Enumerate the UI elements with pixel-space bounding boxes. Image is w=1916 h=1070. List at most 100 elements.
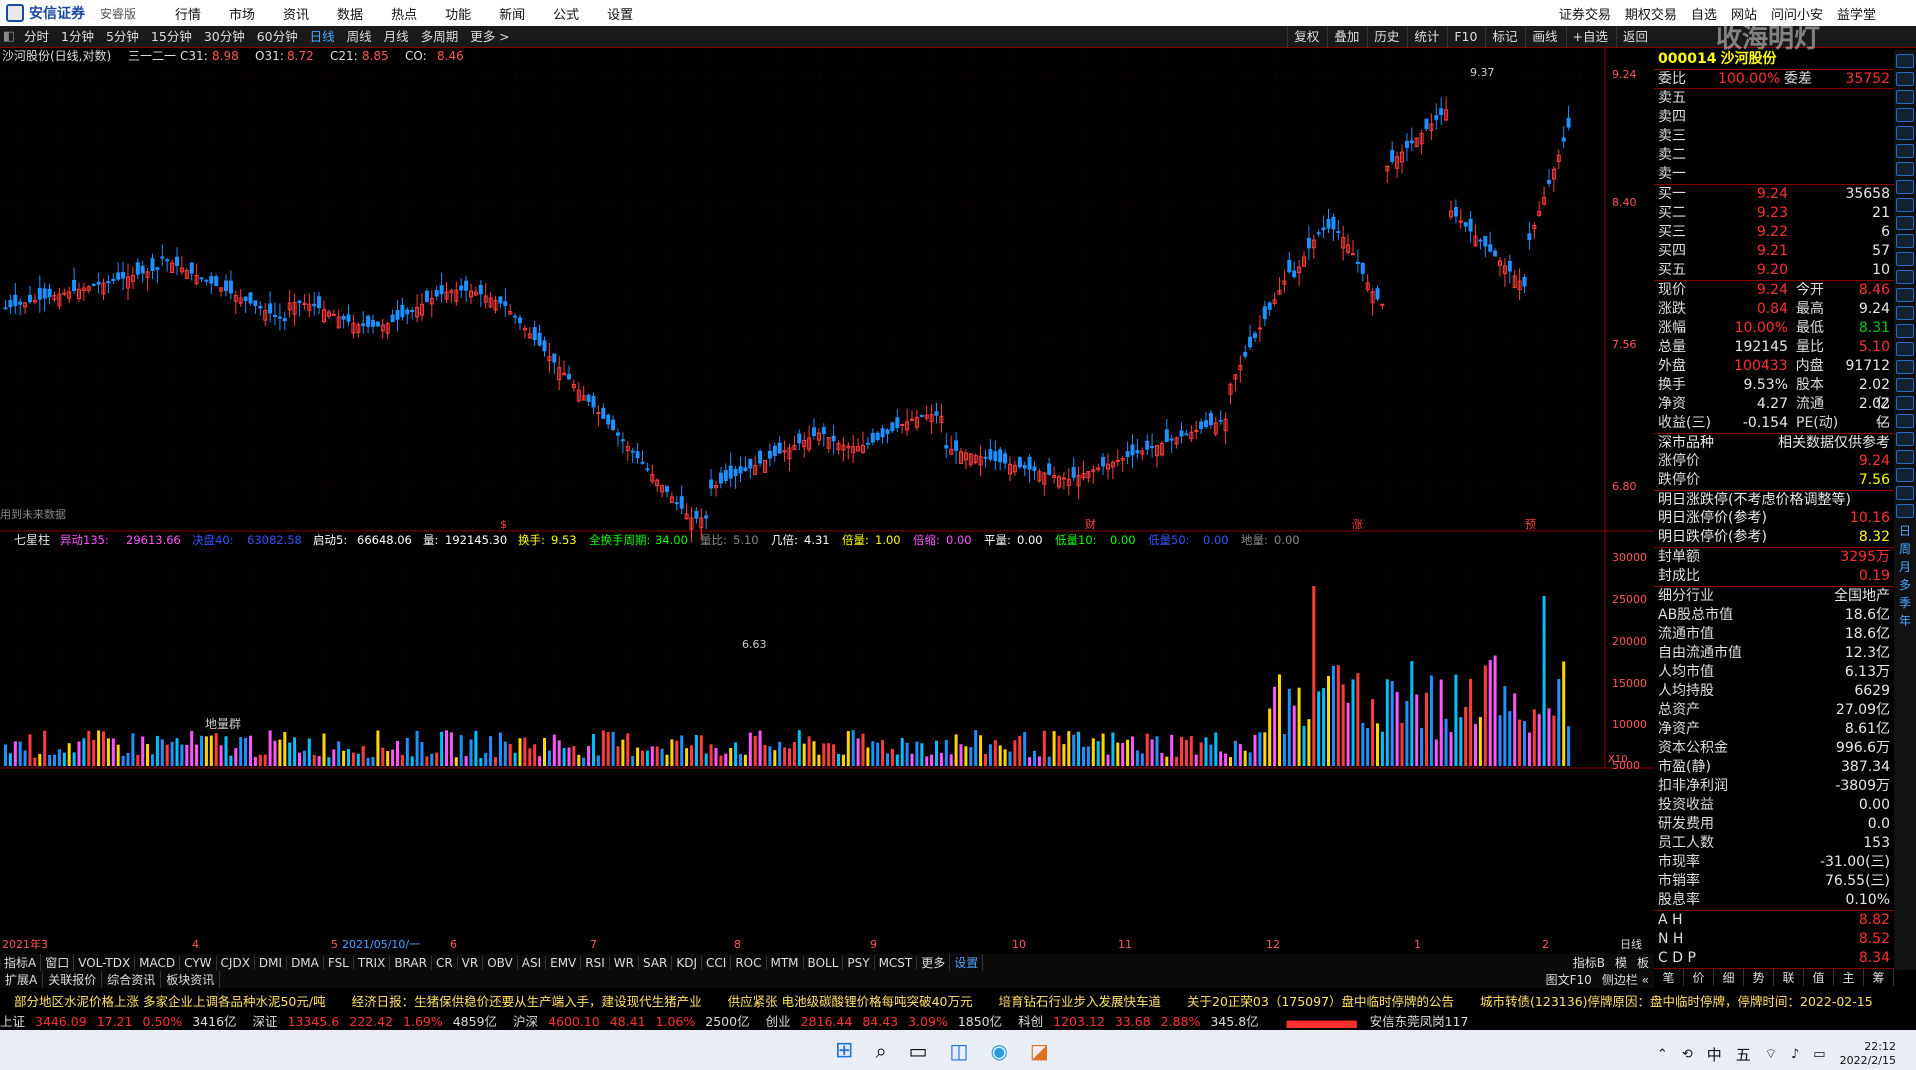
news-item[interactable]: 部分地区水泥价格上涨 多家企业上调各品种水泥50元/吨 (14, 991, 326, 1010)
tool-icon[interactable] (1896, 468, 1914, 482)
indicator-tab[interactable]: 指标A (0, 954, 42, 971)
tool-icon[interactable] (1896, 108, 1914, 122)
menu-item[interactable]: 期权交易 (1625, 4, 1677, 23)
indicator-tab[interactable]: TRIX (354, 955, 391, 970)
tool-icon[interactable] (1896, 360, 1914, 374)
period-tab[interactable]: 日线 (304, 26, 341, 48)
tool-icon[interactable] (1896, 180, 1914, 194)
indicator-tab[interactable]: BOLL (804, 955, 844, 970)
extension-tab[interactable]: 扩展A (0, 971, 44, 988)
indicator-tab[interactable]: MCST (875, 955, 918, 970)
tray-chevron-icon[interactable]: ⌃ (1657, 1047, 1668, 1062)
tool-icon[interactable] (1896, 324, 1914, 338)
menu-item[interactable]: 行情 (175, 4, 201, 23)
tool-button[interactable]: F10 (1447, 26, 1483, 48)
index-item[interactable]: 沪深 4600.10 48.41 1.06% 2500亿 (513, 1011, 760, 1030)
volume-icon[interactable]: ♪ (1791, 1047, 1799, 1062)
quote-bottom-tab[interactable]: 细 (1714, 969, 1744, 986)
menu-item[interactable]: 公式 (553, 4, 579, 23)
period-shortcut[interactable]: 日 (1894, 522, 1916, 540)
battery-icon[interactable]: ▭ (1813, 1047, 1825, 1062)
menu-item[interactable]: 资讯 (283, 4, 309, 23)
indicator-b-tab[interactable]: 指标B (1568, 956, 1610, 970)
indicator-tab[interactable]: DMA (287, 955, 324, 970)
indicator-tab[interactable]: OBV (483, 955, 518, 970)
indicator-tab[interactable]: 设置 (950, 954, 984, 971)
tool-icon[interactable] (1896, 162, 1914, 176)
indicator-tab[interactable]: CYW (180, 955, 217, 970)
indicator-tab[interactable]: FSL (324, 955, 354, 970)
indicator-tab[interactable]: VR (458, 955, 484, 970)
tool-icon[interactable] (1896, 72, 1914, 86)
sidebar-toggle-icon[interactable]: ◧ (0, 29, 18, 44)
quote-bottom-tab[interactable]: 值 (1804, 969, 1834, 986)
tool-icon[interactable] (1896, 270, 1914, 284)
quote-bottom-tab[interactable]: 势 (1744, 969, 1774, 986)
tool-button[interactable]: 历史 (1367, 26, 1405, 48)
news-item[interactable]: 培育钻石行业步入发展快车道 (999, 991, 1162, 1010)
indicator-tab[interactable]: CCI (702, 955, 732, 970)
period-shortcut[interactable]: 月 (1894, 558, 1916, 576)
tool-icon[interactable] (1896, 414, 1914, 428)
indicator-tab[interactable]: KDJ (672, 955, 703, 970)
indicator-tab[interactable]: MTM (767, 955, 804, 970)
index-item[interactable]: 创业 2816.44 84.43 3.09% 1850亿 (766, 1011, 1013, 1030)
indicator-tab[interactable]: CJDX (217, 955, 255, 970)
quote-bottom-tab[interactable]: 笔 (1654, 969, 1684, 986)
chart-area[interactable]: 沙河股份(日线,对数) 三一二一 C31: 8.98 O31: 8.72 C21: 8.8… (0, 48, 1654, 958)
index-item[interactable]: 科创 1203.12 33.68 2.88% 345.8亿 (1018, 1011, 1269, 1030)
tool-icon[interactable] (1896, 396, 1914, 410)
period-tab[interactable]: 60分钟 (251, 26, 304, 48)
tool-icon[interactable] (1896, 432, 1914, 446)
menu-item[interactable]: 热点 (391, 4, 417, 23)
tool-icon[interactable] (1896, 198, 1914, 212)
index-item[interactable]: 深证 13345.6 222.42 1.69% 4859亿 (253, 1011, 508, 1030)
lang-indicator[interactable]: 中 (1707, 1044, 1722, 1065)
tool-button[interactable]: +自选 (1565, 26, 1614, 48)
tool-button[interactable]: 复权 (1287, 26, 1325, 48)
menu-item[interactable]: 新闻 (499, 4, 525, 23)
period-shortcut[interactable]: 季 (1894, 594, 1916, 612)
ime-indicator[interactable]: 五 (1736, 1044, 1751, 1065)
tool-icon[interactable] (1896, 342, 1914, 356)
clock[interactable]: 22:12 2022/2/15 (1840, 1040, 1896, 1068)
period-tab[interactable]: 多周期 (415, 26, 465, 48)
tool-icon[interactable] (1896, 252, 1914, 266)
period-tab[interactable]: 30分钟 (198, 26, 251, 48)
indicator-tab[interactable]: BRAR (390, 955, 432, 970)
extension-tab[interactable]: 关联报价 (43, 971, 103, 988)
tool-icon[interactable] (1896, 450, 1914, 464)
tool-button[interactable]: 叠加 (1327, 26, 1365, 48)
news-item[interactable]: 经济日报：生猪保供稳价还要从生产端入手，建设现代生猪产业 (352, 991, 702, 1010)
tool-button[interactable]: 统计 (1407, 26, 1445, 48)
menu-item[interactable]: 市场 (229, 4, 255, 23)
period-tab[interactable]: 分时 (18, 26, 55, 48)
period-tab[interactable]: 周线 (341, 26, 378, 48)
extension-tab[interactable]: 综合资讯 (102, 971, 162, 988)
wifi-icon[interactable]: ⌔ (1765, 1046, 1777, 1062)
tool-icon[interactable] (1896, 54, 1914, 68)
period-shortcut[interactable]: 周 (1894, 540, 1916, 558)
tool-button[interactable]: 标记 (1485, 26, 1523, 48)
indicator-tab[interactable]: ROC (731, 955, 767, 970)
extension-tab[interactable]: 板块资讯 (161, 971, 221, 988)
indicator-b-tab[interactable]: 模 (1610, 956, 1632, 970)
menu-item[interactable]: 益学堂 (1837, 4, 1876, 23)
indicator-tab[interactable]: CR (432, 955, 458, 970)
indicator-tab[interactable]: ASI (518, 955, 547, 970)
index-item[interactable]: 上证 3446.09 17.21 0.50% 3416亿 (0, 1011, 247, 1030)
indicator-tab[interactable]: RSI (581, 955, 610, 970)
period-tab[interactable]: 月线 (378, 26, 415, 48)
menu-item[interactable]: 证券交易 (1559, 4, 1611, 23)
task-view-icon[interactable]: ▭ (909, 1039, 928, 1063)
tool-icon[interactable] (1896, 234, 1914, 248)
period-shortcut[interactable]: 年 (1894, 612, 1916, 630)
news-item[interactable]: 关于20正荣03（175097）盘中临时停牌的公告 (1187, 991, 1454, 1010)
tool-icon[interactable] (1896, 90, 1914, 104)
widgets-icon[interactable]: ◫ (950, 1039, 969, 1063)
period-shortcut[interactable]: 多 (1894, 576, 1916, 594)
edge-icon[interactable]: ◉ (990, 1039, 1007, 1063)
tool-icon[interactable] (1896, 216, 1914, 230)
menu-item[interactable]: 功能 (445, 4, 471, 23)
indicator-tab[interactable]: EMV (546, 955, 582, 970)
